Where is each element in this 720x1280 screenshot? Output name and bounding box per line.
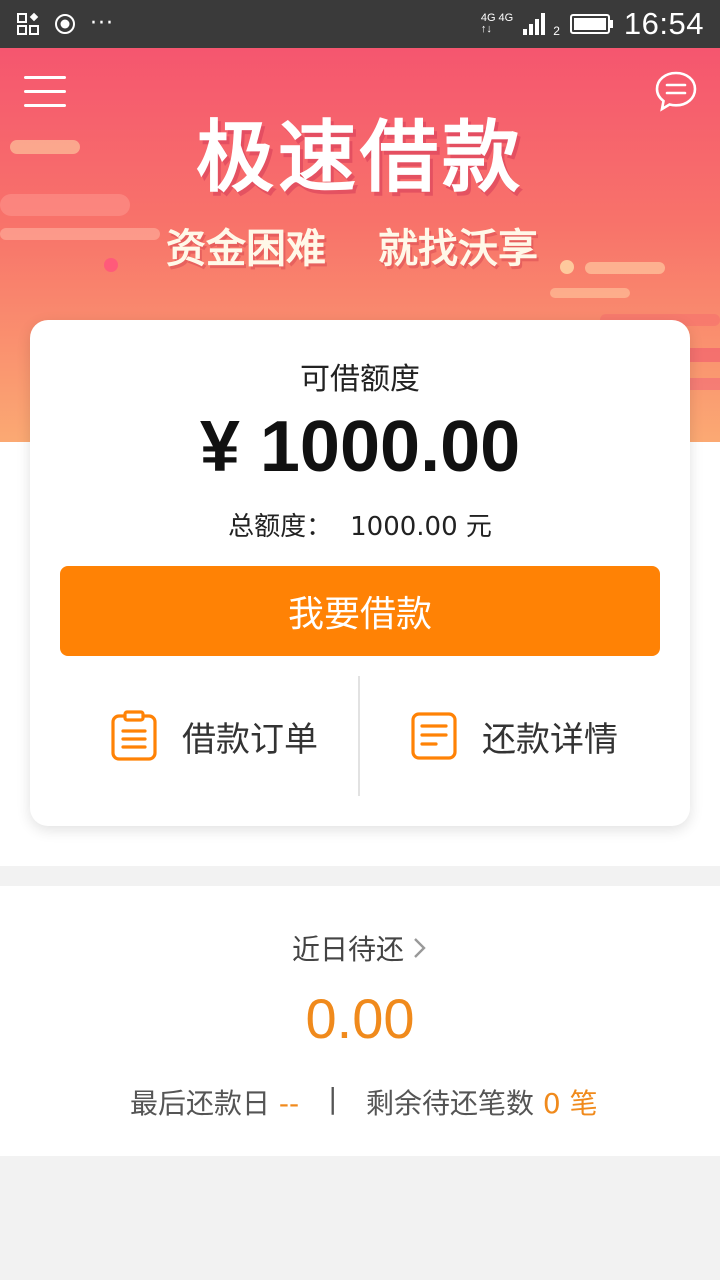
menu-button[interactable] — [24, 76, 66, 108]
total-quota-value: 1000.00 元 — [350, 512, 492, 542]
sim-slot-label: 2 — [553, 24, 560, 38]
document-icon — [411, 712, 457, 760]
upcoming-repayment-amount: 0.00 — [305, 987, 415, 1050]
total-quota: 总额度： 1000.00 元 — [30, 506, 690, 543]
last-repay-day-label: 最后还款日 — [130, 1087, 271, 1120]
decor-dot — [560, 260, 574, 274]
remaining-count: 剩余待还笔数 0 笔 — [366, 1082, 598, 1122]
upcoming-repayment-title: 近日待还 — [291, 933, 404, 966]
borrow-button[interactable]: 我要借款 — [60, 566, 660, 656]
battery-icon — [569, 14, 613, 34]
available-quota-amount: ¥ 1000.00 — [199, 407, 521, 487]
repayment-details-button[interactable]: 还款详情 — [410, 696, 618, 776]
status-bar: ··· 4G 4G ↑↓ 2 16:54 — [0, 0, 720, 48]
network-type-indicator: 4G 4G ↑↓ — [481, 13, 513, 35]
decor-dot — [104, 258, 118, 272]
decor-streak — [585, 262, 665, 274]
remaining-count-label: 剩余待还笔数 — [366, 1087, 535, 1120]
menu-icon — [24, 76, 66, 79]
menu-icon-bar — [24, 90, 66, 93]
loan-orders-button[interactable]: 借款订单 — [110, 696, 318, 776]
status-bar-left: ··· — [16, 0, 114, 48]
last-repay-day: 最后还款日 -- — [130, 1082, 299, 1122]
status-bar-right: 4G 4G ↑↓ 2 16:54 — [481, 0, 704, 48]
more-notifications-indicator: ··· — [90, 11, 114, 36]
network-activity-label: ↑↓ — [480, 23, 492, 35]
upcoming-repayment-link[interactable]: 近日待还 — [0, 928, 720, 968]
loan-orders-label: 借款订单 — [182, 719, 318, 760]
hero-slogan-right: 就找沃享 — [378, 226, 538, 272]
remaining-count-unit: 笔 — [569, 1087, 598, 1120]
hero-slogan-left: 资金困难 — [166, 226, 326, 272]
repayment-details-label: 还款详情 — [482, 719, 618, 760]
info-separator: | — [328, 1082, 338, 1115]
decor-streak — [550, 288, 630, 298]
upcoming-repayment-section: 近日待还 0.00 最后还款日 -- | 剩余待还笔数 0 笔 — [0, 886, 720, 1156]
record-icon — [55, 14, 75, 34]
card-divider — [358, 676, 360, 796]
clock: 16:54 — [623, 6, 704, 41]
app-grid-icon — [17, 12, 39, 35]
quota-card: 可借额度 ¥ 1000.00 总额度： 1000.00 元 我要借款 借款订单 还… — [30, 320, 690, 826]
last-repay-day-value: -- — [278, 1087, 300, 1120]
menu-icon-bar — [24, 104, 66, 107]
clipboard-icon — [111, 710, 157, 761]
remaining-count-value: 0 — [542, 1087, 561, 1120]
available-quota-label: 可借额度 — [300, 362, 420, 397]
decor-streak — [0, 228, 160, 240]
chat-icon[interactable] — [654, 70, 698, 114]
signal-icon — [523, 13, 546, 35]
hero-title: 极速借款 — [195, 113, 524, 203]
chevron-right-icon — [414, 938, 426, 958]
total-quota-label: 总额度： — [228, 512, 333, 542]
